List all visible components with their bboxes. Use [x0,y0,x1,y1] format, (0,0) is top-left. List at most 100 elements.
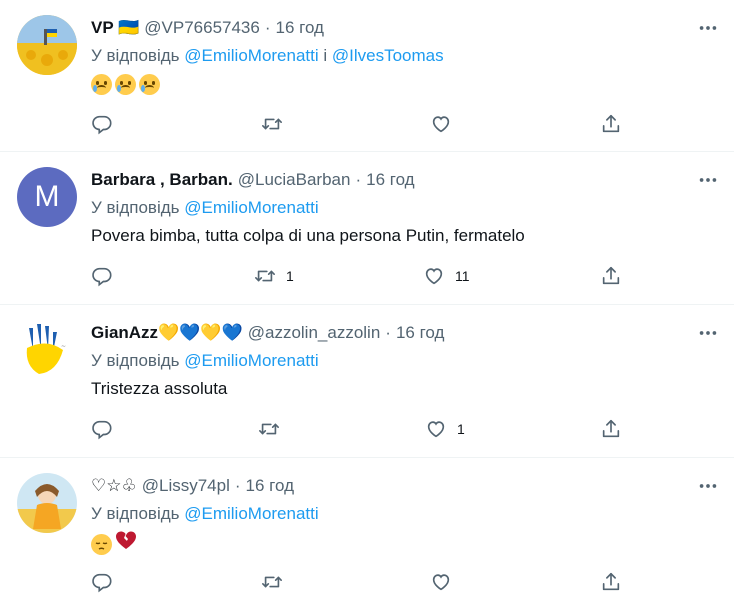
share-button[interactable] [600,416,622,442]
timestamp[interactable]: 16 год [246,476,294,496]
more-icon [697,169,719,191]
reply-context: У відповідь @EmilioMorenatti [91,197,720,219]
more-button[interactable] [696,170,720,190]
share-icon [600,571,622,593]
like-button[interactable] [430,111,462,137]
retweet-icon [258,418,280,440]
reply-icon [91,571,113,593]
retweet-button[interactable] [261,111,293,137]
display-name[interactable]: GianAzz💛💙💛💙 [91,323,243,343]
user-handle[interactable]: @LuciaBarban [238,170,351,190]
share-icon [600,265,622,287]
reply-button[interactable] [91,263,113,289]
reply-context: У відповідь @EmilioMorenatti [91,350,720,372]
reply-prefix: У відповідь [91,351,180,370]
reply-button[interactable] [91,416,113,442]
avatar-letter: M [34,180,60,213]
reply-feed: VP 🇺🇦 @VP76657436 · 16 год У відповідь @… [0,0,734,603]
separator-dot: · [264,18,271,37]
share-icon [600,113,622,135]
reply-prefix: У відповідь [91,198,180,217]
crying-face-emoji [115,74,136,96]
reply-context: У відповідь @EmilioMorenatti [91,503,720,525]
avatar-image [17,484,77,533]
like-icon [423,265,445,287]
tweet-text: Tristezza assoluta [91,379,228,398]
mention-link[interactable]: @EmilioMorenatti [184,351,318,370]
svg-text:~: ~ [61,343,66,350]
tweet-text: Povera bimba, tutta colpa di una persona… [91,226,525,245]
retweet-button[interactable]: 1 [254,263,294,289]
reply-context: У відповідь @EmilioMorenatti і @IlvesToo… [91,45,720,67]
user-handle[interactable]: @Lissy74pl [142,476,230,496]
action-bar: 1 11 [91,263,631,289]
like-icon [430,571,452,593]
timestamp[interactable]: 16 год [366,170,414,190]
like-icon [430,113,452,135]
reply-icon [91,113,113,135]
mention-link[interactable]: @EmilioMorenatti [184,198,318,217]
more-icon [697,322,719,344]
timestamp[interactable]: 16 год [396,323,444,343]
display-name[interactable]: VP 🇺🇦 [91,18,139,38]
share-button[interactable] [600,569,622,595]
tweet-header: ♡☆♧ @Lissy74pl · 16 год [91,474,720,498]
avatar[interactable]: ~ [17,320,77,380]
tweet-header: Barbara , Barban. @LuciaBarban · 16 год [91,168,720,192]
action-bar [91,111,631,137]
like-count: 1 [457,421,465,437]
tweet[interactable]: ~ GianAzz💛💙💛💙 @azzolin_azzolin · 16 год … [0,305,734,458]
mention-link[interactable]: @EmilioMorenatti [184,504,318,523]
more-icon [697,17,719,39]
retweet-icon [261,113,283,135]
avatar[interactable] [17,473,77,533]
separator-dot: · [385,323,391,342]
crying-face-emoji [91,74,112,96]
tweet[interactable]: VP 🇺🇦 @VP76657436 · 16 год У відповідь @… [0,0,734,152]
like-button[interactable]: 11 [423,263,470,289]
like-count: 11 [455,268,470,284]
retweet-icon [261,571,283,593]
reply-prefix: У відповідь [91,504,180,523]
tweet-header: VP 🇺🇦 @VP76657436 · 16 год [91,16,720,40]
separator-dot: · [355,170,362,189]
tweet-text [91,72,720,96]
pensive-face-emoji [91,533,112,555]
share-button[interactable] [600,111,622,137]
avatar[interactable]: M [17,167,77,227]
avatar-image [17,15,77,75]
reply-icon [91,418,113,440]
reply-button[interactable] [91,111,113,137]
reply-icon [91,265,113,287]
display-name[interactable]: Barbara , Barban. [91,170,233,190]
user-handle[interactable]: @azzolin_azzolin [248,323,381,343]
separator-dot: · [234,476,241,495]
like-button[interactable] [430,569,462,595]
avatar[interactable] [17,15,77,75]
tweet[interactable]: ♡☆♧ @Lissy74pl · 16 год У відповідь @Emi… [0,458,734,603]
like-button[interactable]: 1 [425,416,465,442]
retweet-button[interactable] [261,569,293,595]
more-button[interactable] [696,476,720,496]
tweet[interactable]: M Barbara , Barban. @LuciaBarban · 16 го… [0,152,734,305]
display-name[interactable]: ♡☆♧ [91,476,137,496]
timestamp[interactable]: 16 год [276,18,324,38]
share-button[interactable] [600,263,622,289]
share-icon [600,418,622,440]
action-bar: 1 [91,416,631,442]
reply-button[interactable] [91,569,113,595]
user-handle[interactable]: @VP76657436 [144,18,260,38]
retweet-icon [254,265,276,287]
mention-link[interactable]: @EmilioMorenatti [184,46,318,65]
reply-prefix: У відповідь [91,46,180,65]
more-button[interactable] [696,18,720,38]
more-icon [697,475,719,497]
tweet-header: GianAzz💛💙💛💙 @azzolin_azzolin · 16 год [91,321,720,345]
retweet-button[interactable] [258,416,290,442]
more-button[interactable] [696,323,720,343]
mention-link[interactable]: @IlvesToomas [332,46,444,65]
broken-heart-emoji [115,530,137,558]
reply-join: і [323,46,328,65]
crying-face-emoji [139,74,160,96]
avatar-image: ~ [26,324,66,374]
